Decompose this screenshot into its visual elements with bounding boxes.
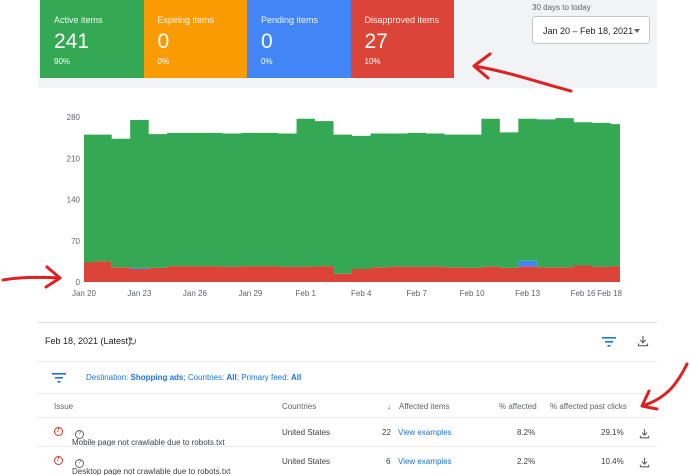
x-tick-label: Feb 10: [460, 289, 485, 298]
x-tick-label: Feb 4: [351, 289, 372, 298]
summary-tiles: Active items 241 90% Expiring items 0 0%…: [40, 0, 454, 78]
filter-countries-label: Countries:: [187, 373, 225, 382]
filter-icon[interactable]: [600, 333, 618, 351]
x-tick-label: Feb 16: [571, 289, 596, 298]
filter-icon[interactable]: [52, 370, 66, 388]
sort-arrow-down-icon[interactable]: ↓: [387, 402, 391, 411]
y-tick-label: 210: [67, 154, 81, 163]
tile-label: Active items: [54, 15, 103, 25]
error-alert-icon: [54, 456, 63, 465]
percent-past-clicks: 29.1%: [601, 428, 624, 437]
column-header-affected-items[interactable]: Affected items: [399, 402, 450, 411]
issue-name: Desktop page not crawlable due to robots…: [72, 457, 230, 475]
date-range-picker: 30 days to today Jan 20 – Feb 18, 2021: [532, 3, 650, 44]
right-gutter: [657, 0, 690, 475]
tile-active-items[interactable]: Active items 241 90%: [40, 0, 144, 78]
tile-percent: 0%: [157, 57, 170, 66]
column-header-percent-affected[interactable]: % affected: [499, 402, 537, 411]
y-tick-label: 140: [67, 196, 81, 205]
x-tick-label: Feb 7: [406, 289, 427, 298]
x-tick-label: Jan 20: [72, 289, 97, 298]
error-alert-icon: [54, 427, 63, 436]
dropdown-arrow-icon: [634, 29, 640, 33]
issue-countries: United States: [282, 457, 331, 466]
tile-label: Expiring items: [157, 15, 215, 25]
affected-count: 6: [386, 457, 391, 466]
date-range-select[interactable]: Jan 20 – Feb 18, 2021: [532, 16, 650, 44]
filter-bar: Destination: Shopping ads; Countries: Al…: [38, 361, 657, 393]
filter-feed-label: Primary feed:: [241, 373, 289, 382]
tile-percent: 10%: [364, 57, 381, 66]
tile-value: 27: [364, 30, 388, 53]
view-examples-link[interactable]: View examples: [398, 457, 452, 466]
y-tick-label: 70: [71, 237, 80, 246]
x-tick-label: Feb 13: [515, 289, 540, 298]
download-icon[interactable]: [635, 424, 653, 442]
issue-name: Mobile page not crawlable due to robots.…: [72, 428, 225, 447]
x-tick-label: Jan 26: [183, 289, 208, 298]
affected-count: 22: [382, 428, 391, 437]
percent-past-clicks: 10.4%: [601, 457, 624, 466]
tile-value: 0: [157, 30, 170, 53]
issue-text: Desktop page not crawlable due to robots…: [72, 467, 231, 475]
percent-affected: 8.2%: [517, 428, 536, 437]
report-date: Feb 18, 2021 (Latest): [45, 336, 132, 346]
merchant-diagnostics-page: Active items 241 90% Expiring items 0 0%…: [0, 0, 690, 475]
active-filters[interactable]: Destination: Shopping ads; Countries: Al…: [86, 373, 301, 382]
issues-table: Issue Countries ↓ Affected items % affec…: [38, 393, 657, 475]
download-icon[interactable]: [635, 453, 653, 471]
x-tick-label: Jan 29: [238, 289, 263, 298]
tile-percent: 0%: [261, 57, 273, 66]
table-row[interactable]: Mobile page not crawlable due to robots.…: [38, 417, 657, 447]
table-header: Issue Countries ↓ Affected items % affec…: [38, 393, 657, 417]
x-tick-label: Feb 18: [597, 289, 622, 298]
report-date-row: Feb 18, 2021 (Latest) ↻: [38, 323, 657, 361]
area-series-2: [84, 118, 620, 274]
refresh-icon[interactable]: ↻: [128, 335, 137, 348]
issue-countries: United States: [282, 428, 331, 437]
filter-destination-value: Shopping ads: [130, 373, 184, 382]
tile-label: Disapproved items: [364, 15, 440, 25]
table-row[interactable]: Desktop page not crawlable due to robots…: [38, 446, 657, 475]
tile-disapproved-items[interactable]: Disapproved items 27 10%: [350, 0, 454, 78]
view-examples-link[interactable]: View examples: [398, 428, 452, 437]
item-status-area-chart: 0 70 140 210 280 Jan 20 Jan 23 Jan 26 Jan 29 Feb …: [67, 113, 623, 298]
column-header-countries[interactable]: Countries: [282, 402, 316, 411]
filter-feed-value: All: [291, 373, 302, 382]
x-tick-label: Feb 1: [296, 289, 317, 298]
y-tick-label: 280: [67, 113, 81, 122]
tile-expiring-items[interactable]: Expiring items 0 0%: [143, 0, 247, 78]
percent-affected: 2.2%: [517, 457, 536, 466]
column-header-issue[interactable]: Issue: [54, 402, 73, 411]
tile-label: Pending items: [261, 15, 319, 25]
date-range-value: Jan 20 – Feb 18, 2021: [543, 26, 634, 36]
tile-percent: 90%: [54, 57, 71, 66]
tile-value: 241: [54, 30, 90, 53]
filter-countries-value: All: [226, 373, 237, 382]
y-tick-label: 0: [76, 278, 81, 287]
date-range-caption: 30 days to today: [532, 3, 591, 12]
left-gutter: [0, 0, 38, 475]
tile-pending-items[interactable]: Pending items 0 0%: [247, 0, 351, 78]
download-icon[interactable]: [634, 332, 652, 350]
x-tick-label: Jan 23: [127, 289, 152, 298]
column-header-percent-past-clicks[interactable]: % affected past clicks: [550, 402, 627, 411]
tile-value: 0: [261, 30, 273, 53]
filter-destination-label: Destination:: [86, 373, 129, 382]
